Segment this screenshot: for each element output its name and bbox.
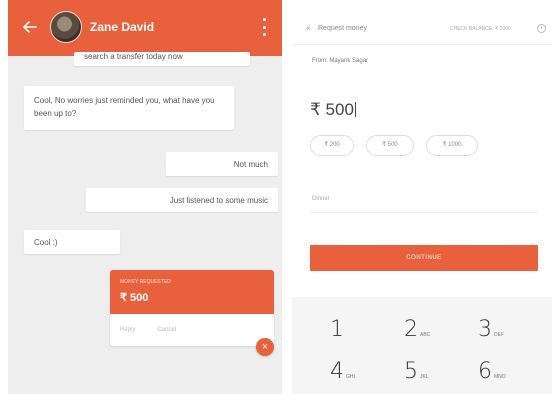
- money-request-amount: ₹ 500: [120, 292, 149, 304]
- more-vertical-icon[interactable]: [263, 18, 267, 36]
- wallet-balance[interactable]: CHECK BALANCE: ₹ 2000: [450, 26, 511, 32]
- money-request-card[interactable]: MONEY REQUESTED ₹ 500 Reply Cancel: [110, 270, 274, 346]
- amount-chip-500[interactable]: ₹ 500: [366, 135, 414, 156]
- message-text: Cool :): [34, 238, 58, 247]
- keypad-key-5[interactable]: 5 JKL: [404, 359, 454, 394]
- message-text: Cool, No worries just reminded you, what…: [34, 96, 215, 118]
- cancel-button[interactable]: Cancel: [157, 327, 176, 333]
- keypad-key-2[interactable]: 2 ABC: [404, 317, 454, 353]
- close-icon[interactable]: ×: [256, 338, 274, 356]
- key-letters: MNO: [494, 374, 506, 380]
- chat-message: Cool, No worries just reminded you, what…: [24, 86, 234, 130]
- key-letters: GHI: [346, 374, 355, 380]
- request-header: × Request money CHECK BALANCE: ₹ 2000 i: [292, 0, 552, 56]
- keypad-key-3[interactable]: 3 DEF: [478, 317, 528, 353]
- close-icon[interactable]: ×: [306, 24, 311, 33]
- back-arrow-icon[interactable]: [22, 19, 38, 35]
- message-text: Not much: [233, 160, 268, 169]
- money-request-actions: Reply Cancel: [110, 314, 274, 346]
- keypad-key-1[interactable]: 1: [330, 317, 380, 353]
- from-label: From:: [312, 58, 328, 64]
- chat-message: Just listened to some music: [86, 188, 278, 212]
- key-letters: JKL: [420, 374, 429, 380]
- keypad-key-6[interactable]: 6 MNO: [478, 359, 528, 394]
- remark-underline: [310, 212, 538, 213]
- key-letters: ABC: [420, 332, 431, 338]
- key-letters: DEF: [494, 332, 504, 338]
- amount-chip-1000[interactable]: ₹ 1000: [426, 135, 478, 156]
- key-digit: 6: [478, 359, 492, 384]
- chat-message: Not much: [166, 152, 278, 176]
- money-request-card-header: MONEY REQUESTED ₹ 500: [110, 270, 274, 314]
- continue-button[interactable]: CONTINUE: [310, 245, 538, 271]
- info-icon[interactable]: i: [537, 24, 546, 33]
- request-money-screen: × Request money CHECK BALANCE: ₹ 2000 i …: [292, 0, 552, 394]
- chat-message: search a transfer today now: [74, 52, 250, 66]
- keypad-key-4[interactable]: 4 GHI: [330, 359, 380, 394]
- numeric-keypad: 1 2 ABC 3 DEF 4 GHI 5 JKL 6 MNO: [292, 297, 552, 394]
- text-cursor: [354, 102, 356, 117]
- amount-field[interactable]: ₹ 500: [310, 100, 356, 120]
- key-digit: 4: [330, 359, 344, 384]
- amount-chip-200[interactable]: ₹ 200: [310, 135, 354, 156]
- contact-name[interactable]: Zane David: [90, 20, 154, 34]
- request-from: From: Mayank Sagar: [312, 58, 368, 64]
- contact-avatar[interactable]: [50, 11, 82, 43]
- from-name: Mayank Sagar: [329, 58, 369, 64]
- divider: [292, 44, 552, 45]
- reply-button[interactable]: Reply: [120, 327, 135, 333]
- chat-header: Zane David: [8, 0, 282, 56]
- request-title: Request money: [318, 25, 368, 32]
- chat-message: Cool :): [24, 230, 120, 254]
- money-request-label: MONEY REQUESTED: [120, 279, 171, 285]
- key-digit: 2: [404, 317, 418, 342]
- message-text: search a transfer today now: [84, 52, 183, 61]
- remark-field[interactable]: Dinner: [312, 196, 330, 202]
- key-digit: 5: [404, 359, 418, 384]
- key-digit: 3: [478, 317, 492, 342]
- amount-value: ₹ 500: [310, 100, 354, 119]
- message-text: Just listened to some music: [169, 196, 268, 205]
- chat-screen: Zane David search a transfer today now C…: [8, 0, 282, 394]
- key-digit: 1: [330, 317, 344, 342]
